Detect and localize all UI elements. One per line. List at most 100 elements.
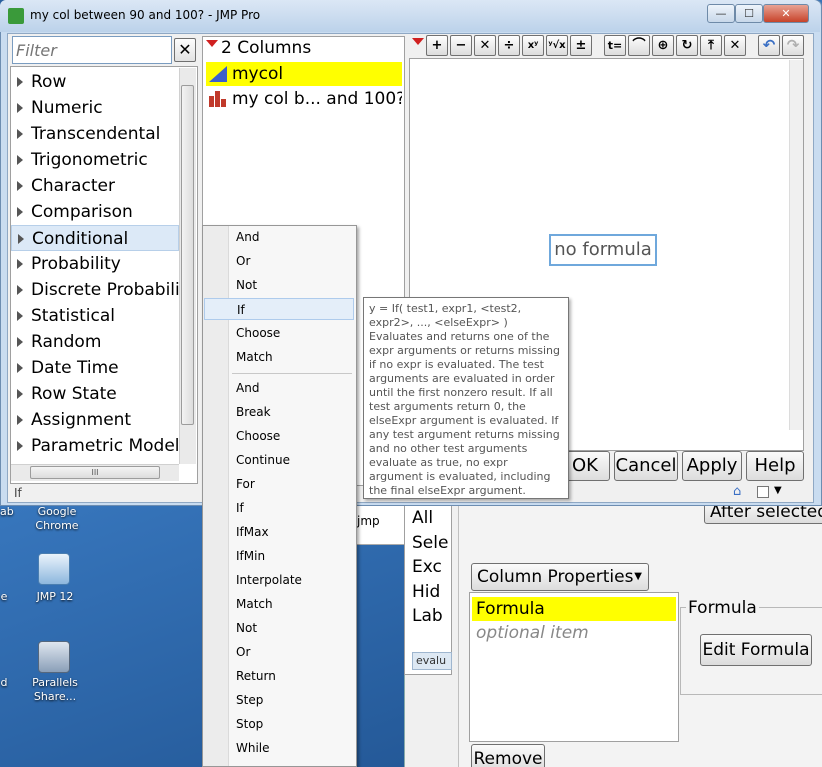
category-row[interactable]: Row (11, 69, 179, 95)
menu-item-not[interactable]: Not (204, 274, 354, 296)
change-sign-icon[interactable]: ± (570, 35, 592, 56)
menu-item-not[interactable]: Not (204, 617, 354, 639)
properties-list[interactable]: Formula optional item (469, 592, 679, 742)
menu-item-or[interactable]: Or (204, 641, 354, 663)
category-probability[interactable]: Probability (11, 251, 179, 277)
column-properties-dropdown[interactable]: Column Properties ▼ (471, 563, 649, 591)
menu-item-if[interactable]: If (204, 497, 354, 519)
desktop-label-chrome[interactable]: Google Chrome (28, 505, 86, 533)
maximize-button[interactable]: ☐ (735, 4, 763, 23)
category-random[interactable]: Random (11, 329, 179, 355)
column-item-mycol[interactable]: mycol (206, 62, 402, 86)
multiply-icon[interactable]: ✕ (474, 35, 496, 56)
clear-filter-button[interactable]: ✕ (174, 38, 196, 62)
desktop-label-parallels[interactable]: Parallels Share... (24, 676, 86, 704)
category-label: Random (31, 332, 102, 352)
home-icon[interactable]: ⌂ (733, 484, 741, 499)
desktop-label-jmp[interactable]: JMP 12 (26, 590, 84, 604)
add-icon[interactable]: + (426, 35, 448, 56)
menu-item-ifmax[interactable]: IfMax (204, 521, 354, 543)
menu-item-stop[interactable]: Stop (204, 713, 354, 735)
category-assignment[interactable]: Assignment (11, 407, 179, 433)
menu-item-match[interactable]: Match (204, 593, 354, 615)
filter-field[interactable] (12, 36, 172, 64)
filter-input[interactable] (13, 37, 171, 63)
function-category-list[interactable]: Row Numeric Transcendental Trigonometric… (10, 66, 198, 484)
menu-item-choose[interactable]: Choose (204, 425, 354, 447)
category-parametric-model[interactable]: Parametric Model (11, 433, 179, 459)
menu-item-step[interactable]: Step (204, 689, 354, 711)
column-name: my col b... and 100? (232, 89, 402, 109)
eval-tab[interactable]: evalu (412, 652, 452, 670)
category-conditional[interactable]: Conditional (11, 225, 179, 251)
menu-item-match[interactable]: Match (204, 346, 354, 368)
menu-item-continue[interactable]: Continue (204, 449, 354, 471)
menu-item-and[interactable]: And (204, 226, 354, 248)
category-comparison[interactable]: Comparison (11, 199, 179, 225)
cancel-button[interactable]: Cancel (614, 451, 678, 481)
category-transcendental[interactable]: Transcendental (11, 121, 179, 147)
side-labels: All Sele Exc Hid Lab (412, 506, 448, 629)
swap-icon[interactable]: ↻ (676, 35, 698, 56)
column-item-my-col-between[interactable]: my col b... and 100? (206, 87, 402, 111)
menu-item-return[interactable]: Return (204, 665, 354, 687)
formula-menu-triangle-icon[interactable] (412, 38, 424, 45)
property-formula[interactable]: Formula (472, 597, 676, 621)
undo-icon[interactable]: ↶ (758, 35, 780, 56)
minimize-button[interactable]: — (707, 4, 735, 23)
menu-item-ifmin[interactable]: IfMin (204, 545, 354, 567)
peel-icon[interactable]: ⤒ (700, 35, 722, 56)
horizontal-scroll-thumb[interactable]: III (30, 466, 160, 479)
menu-item-interpolate[interactable]: Interpolate (204, 569, 354, 591)
category-character[interactable]: Character (11, 173, 179, 199)
menu-item-or[interactable]: Or (204, 250, 354, 272)
expand-triangle-icon (17, 415, 23, 425)
nominal-bar-icon (209, 91, 226, 107)
continuous-icon (209, 66, 227, 82)
assign-icon[interactable]: t= (604, 35, 626, 56)
menu-item-while[interactable]: While (204, 737, 354, 759)
close-button[interactable]: ✕ (763, 4, 809, 23)
apply-button[interactable]: Apply (682, 451, 742, 481)
columns-header: 2 Columns (221, 38, 312, 58)
edit-formula-button[interactable]: Edit Formula (700, 634, 812, 666)
vertical-scroll-thumb[interactable] (181, 85, 194, 425)
category-label: Transcendental (31, 124, 161, 144)
property-optional[interactable]: optional item (472, 621, 676, 645)
category-date-time[interactable]: Date Time (11, 355, 179, 381)
expand-triangle-icon (17, 363, 23, 373)
ungroup-icon[interactable]: ⊕ (652, 35, 674, 56)
redo-icon: ↷ (782, 35, 804, 56)
expand-triangle-icon (17, 77, 23, 87)
category-discrete-probability[interactable]: Discrete Probabili (11, 277, 179, 303)
formula-scrollbar[interactable] (789, 60, 803, 430)
subtract-icon[interactable]: − (450, 35, 472, 56)
root-icon[interactable]: ʸ√x (546, 35, 568, 56)
power-icon[interactable]: xʸ (522, 35, 544, 56)
category-row-state[interactable]: Row State (11, 381, 179, 407)
menu-item-for[interactable]: For (204, 473, 354, 495)
delete-icon[interactable]: ✕ (724, 35, 746, 56)
columns-menu-triangle-icon[interactable] (206, 40, 218, 47)
category-label: Character (31, 176, 115, 196)
jmp-icon[interactable] (38, 553, 70, 585)
side-label: Exc (412, 557, 442, 577)
divide-icon[interactable]: ÷ (498, 35, 520, 56)
expand-triangle-icon (17, 389, 23, 399)
category-trigonometric[interactable]: Trigonometric (11, 147, 179, 173)
view-toggle-icon[interactable] (757, 486, 769, 498)
chevron-down-icon[interactable]: ▼ (774, 485, 782, 496)
category-label: Row (31, 72, 67, 92)
menu-item-and[interactable]: And (204, 377, 354, 399)
help-button[interactable]: Help (746, 451, 804, 481)
remove-button[interactable]: Remove (471, 744, 545, 767)
group-icon[interactable]: ⌒ (628, 35, 650, 56)
menu-item-if[interactable]: If (204, 298, 354, 320)
category-numeric[interactable]: Numeric (11, 95, 179, 121)
menu-item-break[interactable]: Break (204, 401, 354, 423)
category-statistical[interactable]: Statistical (11, 303, 179, 329)
formula-placeholder[interactable]: no formula (549, 234, 657, 266)
parallels-share-icon[interactable] (38, 641, 70, 673)
desktop-edge-label: d (0, 676, 8, 689)
menu-item-choose[interactable]: Choose (204, 322, 354, 344)
